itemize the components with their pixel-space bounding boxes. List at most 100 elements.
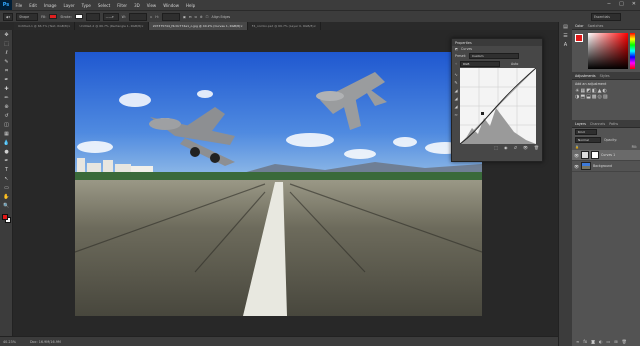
white-point-icon[interactable]: ◢ <box>454 104 457 109</box>
gear-icon[interactable]: ⚙ <box>200 15 203 19</box>
link-layers-icon[interactable]: ∞ <box>576 339 579 344</box>
clip-icon[interactable]: ⬚ <box>494 145 498 150</box>
tab-paths[interactable]: Paths <box>609 122 618 126</box>
curves-graph[interactable] <box>460 68 536 144</box>
document-tab[interactable]: 207375744_f4c0c774a1_o.jpg @ 40.2% (Curv… <box>148 22 248 30</box>
quick-select-icon[interactable]: ✎ <box>0 57 13 66</box>
hand-icon[interactable]: ✋ <box>0 192 13 201</box>
pen-icon[interactable]: ✒ <box>0 156 13 165</box>
tab-swatches[interactable]: Swatches <box>588 24 604 28</box>
blur-icon[interactable]: 💧 <box>0 138 13 147</box>
fx-icon[interactable]: fx <box>583 339 587 344</box>
black-point-icon[interactable]: ◢ <box>454 88 457 93</box>
link-icon[interactable]: ∞ <box>150 15 153 19</box>
menu-help[interactable]: Help <box>182 3 198 8</box>
preset-select[interactable]: Custom <box>469 53 520 59</box>
brush-icon[interactable]: ✏ <box>0 93 13 102</box>
pencil-icon[interactable]: ✎ <box>454 80 457 85</box>
foreground-color-swatch[interactable] <box>2 214 8 220</box>
menu-layer[interactable]: Layer <box>60 3 78 8</box>
fill-swatch[interactable] <box>49 14 58 19</box>
visibility-icon[interactable]: 👁 <box>523 145 528 150</box>
add-mask-icon[interactable]: ◙ <box>591 339 595 344</box>
properties-panel-icon[interactable]: ☰ <box>559 31 572 40</box>
stroke-width-field[interactable] <box>85 12 100 21</box>
view-previous-icon[interactable]: ◉ <box>504 145 508 150</box>
document-tab[interactable]: Untitled-2 @ 66.7% (Rectangle 1, RGB/8) … <box>75 22 149 30</box>
minimize-button[interactable]: − <box>607 1 611 7</box>
move-icon[interactable]: ✥ <box>0 30 13 39</box>
visibility-eye-icon[interactable]: 👁 <box>574 153 579 158</box>
document-tab[interactable]: F4_combo.psd @ 66.7% (Layer 0, RGB/8) × <box>248 22 322 30</box>
dodge-icon[interactable]: ● <box>0 147 13 156</box>
channel-select[interactable]: RGB <box>459 61 500 67</box>
tool-mode-select[interactable]: Shape <box>16 12 39 21</box>
edit-points-icon[interactable]: ∿ <box>454 72 457 77</box>
zoom-icon[interactable]: 🔍 <box>0 201 13 210</box>
path-arrange-icon[interactable]: ⧉ <box>195 15 197 19</box>
stroke-type-select[interactable]: ——▾ <box>102 12 119 21</box>
new-group-icon[interactable]: ▭ <box>607 339 611 344</box>
tab-styles[interactable]: Styles <box>600 74 610 78</box>
foreground-color[interactable] <box>575 34 583 42</box>
menu-file[interactable]: File <box>12 3 26 8</box>
visibility-eye-icon[interactable]: 👁 <box>574 164 579 169</box>
tab-layers[interactable]: Layers <box>575 122 586 126</box>
delete-icon[interactable]: 🗑 <box>534 145 539 150</box>
blend-mode-select[interactable]: Normal <box>575 137 601 143</box>
layer-filter-select[interactable]: Kind <box>575 129 597 135</box>
menu-type[interactable]: Type <box>78 3 94 8</box>
type-icon[interactable]: T <box>0 165 13 174</box>
menu-edit[interactable]: Edit <box>26 3 41 8</box>
close-tab-icon[interactable]: × <box>68 24 71 28</box>
document-tab[interactable]: Untitled-1 @ 66.7% (Text, RGB/8) × <box>14 22 76 30</box>
close-tab-icon[interactable]: × <box>141 24 144 28</box>
close-tab-icon[interactable]: × <box>240 24 243 28</box>
color-field[interactable] <box>588 33 628 69</box>
document-canvas[interactable] <box>75 52 482 316</box>
eyedropper-icon[interactable]: ✒ <box>0 75 13 84</box>
zoom-level[interactable]: 40.23% <box>3 340 16 344</box>
history-panel-icon[interactable]: ▤ <box>559 22 572 31</box>
new-layer-icon[interactable]: ⊞ <box>614 339 617 344</box>
close-tab-icon[interactable]: × <box>314 24 317 28</box>
layer-row-curves[interactable]: 👁 Curves 1 <box>572 150 640 161</box>
tab-adjustments[interactable]: Adjustments <box>575 74 596 78</box>
smooth-icon[interactable]: ≈ <box>454 112 457 117</box>
close-button[interactable]: ✕ <box>632 1 636 7</box>
maximize-button[interactable]: □ <box>619 1 624 7</box>
align-edges-checkbox[interactable]: ☐ <box>206 15 209 19</box>
delete-layer-icon[interactable]: 🗑 <box>622 339 627 344</box>
eraser-icon[interactable]: ◫ <box>0 120 13 129</box>
tab-channels[interactable]: Channels <box>590 122 605 126</box>
lasso-icon[interactable]: ℓ <box>0 48 13 57</box>
tab-color[interactable]: Color <box>575 24 584 28</box>
new-adjustment-icon[interactable]: ◐ <box>599 339 603 344</box>
height-field[interactable] <box>161 12 180 21</box>
gray-point-icon[interactable]: ◢ <box>454 96 457 101</box>
lock-icons[interactable]: 🔒 <box>575 145 579 149</box>
history-brush-icon[interactable]: ↺ <box>0 111 13 120</box>
menu-view[interactable]: View <box>143 3 160 8</box>
auto-button[interactable]: Auto <box>511 62 518 66</box>
marquee-icon[interactable]: ⬚ <box>0 39 13 48</box>
hue-slider[interactable] <box>630 33 635 69</box>
menu-select[interactable]: Select <box>94 3 113 8</box>
menu-filter[interactable]: Filter <box>114 3 131 8</box>
path-align-icon[interactable]: ⊟ <box>189 15 192 19</box>
path-ops-icon[interactable]: ▣ <box>183 15 186 19</box>
workspace-select[interactable]: Essentials <box>591 12 621 21</box>
tool-preset-picker[interactable]: ◆▾ <box>3 12 14 21</box>
character-panel-icon[interactable]: A <box>559 40 572 49</box>
crop-icon[interactable]: ⌗ <box>0 66 13 75</box>
healing-icon[interactable]: ✚ <box>0 84 13 93</box>
gradient-icon[interactable]: ▦ <box>0 129 13 138</box>
menu-window[interactable]: Window <box>160 3 183 8</box>
menu-3d[interactable]: 3D <box>131 3 144 8</box>
stamp-icon[interactable]: ⊕ <box>0 102 13 111</box>
layer-row-background[interactable]: 👁 Background <box>572 161 640 172</box>
reset-icon[interactable]: ↺ <box>513 145 516 150</box>
target-adjust-icon[interactable]: ☝ <box>455 62 457 66</box>
width-field[interactable] <box>128 12 147 21</box>
menu-image[interactable]: Image <box>40 3 60 8</box>
